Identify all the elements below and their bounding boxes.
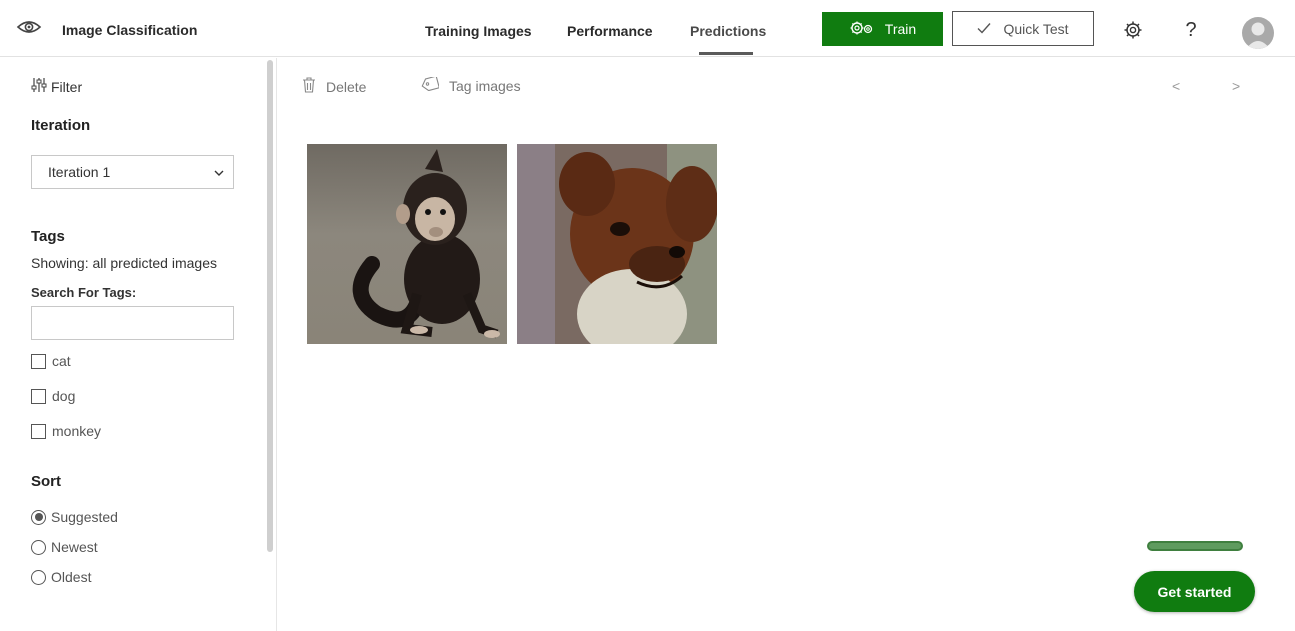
gears-icon [849, 20, 875, 39]
eye-icon[interactable] [16, 17, 42, 37]
next-page-button[interactable]: > [1232, 78, 1240, 94]
tag-checkbox-cat[interactable]: cat [31, 353, 71, 369]
tag-label: monkey [52, 423, 102, 439]
settings-gear-icon[interactable] [1122, 19, 1144, 41]
active-tab-indicator [699, 52, 753, 55]
sort-option-suggested[interactable]: Suggested [31, 509, 118, 525]
sort-label: Suggested [51, 509, 118, 525]
radio-button[interactable] [31, 569, 46, 585]
tag-checkbox-dog[interactable]: dog [31, 388, 75, 404]
tab-performance[interactable]: Performance [567, 23, 653, 39]
checkbox[interactable] [31, 388, 46, 404]
radio-button[interactable] [31, 509, 46, 525]
delete-button[interactable]: Delete [302, 77, 366, 96]
trash-icon [302, 77, 316, 96]
filter-label: Filter [51, 78, 83, 95]
delete-label: Delete [326, 78, 367, 95]
filter-sidebar: Filter Iteration Iteration 1 Tags Showin… [0, 58, 277, 631]
sort-option-newest[interactable]: Newest [31, 539, 98, 555]
tag-icon [421, 75, 440, 94]
tag-checkbox-monkey[interactable]: monkey [31, 423, 101, 439]
filter-sliders-icon [31, 78, 47, 95]
dog-photo [517, 144, 717, 344]
onboarding-progress-bar [1147, 541, 1243, 551]
tag-images-button[interactable]: Tag images [421, 75, 521, 94]
radio-button[interactable] [31, 539, 46, 555]
iteration-heading: Iteration [31, 117, 91, 134]
get-started-button[interactable]: Get started [1134, 571, 1255, 612]
previous-page-button[interactable]: < [1172, 78, 1180, 94]
top-bar: Image Classification Training Images Per… [0, 0, 1295, 57]
checkbox[interactable] [31, 353, 46, 369]
tab-predictions[interactable]: Predictions [690, 23, 766, 39]
sort-label: Newest [51, 539, 98, 555]
tag-label: dog [52, 388, 76, 404]
tags-heading: Tags [31, 228, 65, 245]
tab-training-images[interactable]: Training Images [425, 23, 532, 39]
tag-label: cat [52, 353, 71, 369]
app-title: Image Classification [62, 22, 198, 38]
tag-images-label: Tag images [449, 77, 521, 94]
train-button[interactable]: Train [822, 12, 943, 46]
train-label: Train [884, 21, 917, 37]
monkey-photo [307, 144, 507, 344]
iteration-select[interactable]: Iteration 1 [31, 155, 234, 189]
iteration-selected-value: Iteration 1 [48, 164, 111, 180]
search-tags-label: Search For Tags: [31, 285, 137, 300]
quick-test-button[interactable]: Quick Test [952, 11, 1094, 46]
checkbox[interactable] [31, 423, 46, 439]
chevron-down-icon [213, 166, 225, 182]
sort-label: Oldest [51, 569, 92, 585]
user-avatar[interactable] [1242, 17, 1274, 49]
image-thumbnail-monkey[interactable] [307, 144, 507, 344]
help-icon[interactable]: ? [1180, 19, 1202, 41]
checkmark-icon [977, 21, 991, 37]
image-thumbnail-dog[interactable] [517, 144, 717, 344]
search-tags-input[interactable] [31, 306, 234, 340]
quick-test-label: Quick Test [1003, 20, 1069, 37]
filter-toggle[interactable]: Filter [31, 78, 82, 95]
showing-text: Showing: all predicted images [31, 255, 217, 271]
sort-heading: Sort [31, 473, 61, 490]
sort-option-oldest[interactable]: Oldest [31, 569, 91, 585]
sidebar-scrollbar[interactable] [267, 60, 273, 552]
